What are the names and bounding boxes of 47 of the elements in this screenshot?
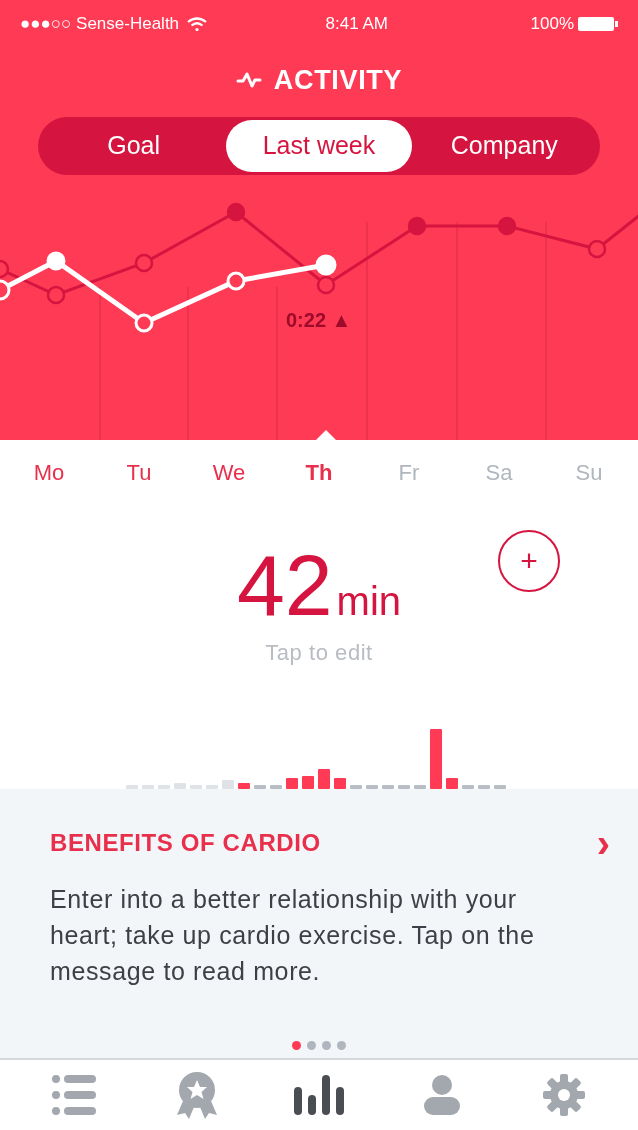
- edit-hint: Tap to edit: [265, 639, 373, 667]
- bar: [286, 778, 298, 789]
- segment-tab[interactable]: Last week: [226, 120, 412, 172]
- card-title: BENEFITS OF CARDIO: [50, 828, 321, 858]
- list-icon: [52, 1074, 96, 1116]
- bar-chart-icon: [294, 1075, 344, 1115]
- bar: [270, 785, 282, 789]
- day-tab[interactable]: Tu: [109, 456, 169, 500]
- add-button[interactable]: +: [498, 530, 560, 592]
- pulse-icon: [235, 71, 262, 89]
- day-tab[interactable]: Mo: [19, 456, 79, 500]
- battery-icon: [578, 16, 618, 32]
- bar: [382, 785, 394, 789]
- segment-tab[interactable]: Goal: [41, 120, 227, 172]
- bar: [462, 785, 474, 789]
- bar: [174, 783, 186, 789]
- bar: [318, 769, 330, 789]
- pointer-notch: [316, 430, 336, 440]
- segment-tab[interactable]: Company: [411, 120, 597, 172]
- bar: [222, 780, 234, 789]
- bar: [334, 778, 346, 789]
- wifi-icon: [187, 16, 208, 32]
- minutes-value: 42: [236, 542, 333, 628]
- bar: [446, 778, 458, 789]
- settings-icon: [543, 1074, 585, 1116]
- bar: [478, 785, 490, 789]
- bar: [430, 729, 442, 789]
- bar: [414, 785, 426, 789]
- chart-label: 0:22 ▲: [286, 308, 352, 333]
- card-text: Enter into a better relationship with your heart; take up cardio exercise. Tap on the message to read more.: [50, 884, 536, 987]
- bar: [302, 776, 314, 789]
- tip-card[interactable]: BENEFITS OF CARDIO › Enter into a better relationship with your heart; take up cardio exercise. Tap on the message to read more.: [0, 789, 638, 1058]
- bar: [398, 785, 410, 789]
- bar: [254, 785, 266, 789]
- carrier-text: ●●●○○ Sense-Health: [20, 13, 180, 36]
- bar: [366, 785, 378, 789]
- day-tab[interactable]: Th: [289, 456, 349, 500]
- day-tab[interactable]: We: [199, 456, 259, 500]
- screen-title: ACTIVITY: [273, 63, 403, 97]
- bar: [238, 783, 250, 789]
- bar: [350, 785, 362, 789]
- person-icon: [423, 1075, 460, 1115]
- battery-text: 100%: [530, 13, 574, 36]
- minutes-unit: min: [336, 581, 402, 621]
- chevron-icon: ›: [596, 823, 610, 863]
- bar: [494, 785, 506, 789]
- clock-text: 8:41 AM: [325, 13, 389, 36]
